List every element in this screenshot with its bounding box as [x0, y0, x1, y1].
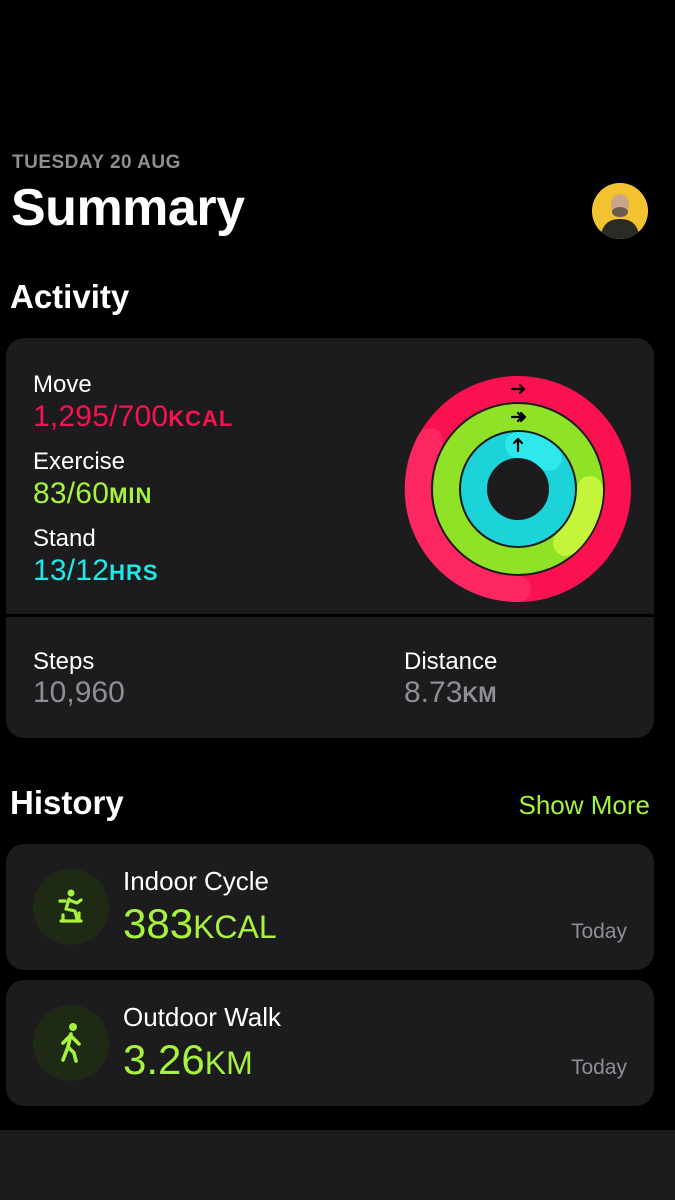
stand-value: 13/12HRS — [33, 554, 159, 587]
tab-bar — [0, 1130, 675, 1200]
history-item-date: Today — [570, 1056, 627, 1079]
outdoor-walk-icon — [33, 1005, 109, 1081]
activity-rings[interactable] — [402, 373, 634, 605]
history-item-title: Indoor Cycle — [123, 866, 269, 896]
activity-section-title: Activity — [10, 278, 130, 315]
stand-label: Stand — [33, 525, 96, 552]
move-unit: KCAL — [168, 406, 234, 431]
history-item-value: 3.26KM — [123, 1036, 253, 1083]
steps-value: 10,960 — [33, 676, 125, 709]
exercise-unit: MIN — [109, 483, 153, 508]
distance-unit: KM — [462, 682, 497, 707]
stand-unit: HRS — [109, 560, 159, 585]
history-item-date: Today — [570, 920, 627, 943]
page-title: Summary — [11, 179, 245, 237]
history-item-unit: KM — [204, 1045, 253, 1081]
exercise-label: Exercise — [33, 448, 126, 475]
distance-label: Distance — [404, 648, 498, 675]
move-label: Move — [33, 371, 92, 398]
avatar[interactable] — [592, 183, 648, 239]
status-area — [0, 0, 675, 132]
indoor-cycle-icon — [33, 869, 109, 945]
history-section-title: History — [10, 784, 124, 821]
avatar-person-icon — [592, 183, 648, 239]
history-item-title: Outdoor Walk — [123, 1002, 281, 1032]
distance-value: 8.73KM — [404, 676, 497, 709]
steps-label: Steps — [33, 648, 95, 675]
card-divider — [6, 614, 654, 617]
history-item-value: 383KCAL — [123, 900, 277, 947]
history-item-indoor-cycle[interactable]: Indoor Cycle 383KCAL Today — [6, 844, 654, 970]
show-more-link[interactable]: Show More — [519, 790, 651, 821]
history-item-outdoor-walk[interactable]: Outdoor Walk 3.26KM Today — [6, 980, 654, 1106]
move-value: 1,295/700KCAL — [33, 400, 234, 433]
exercise-value: 83/60MIN — [33, 477, 153, 510]
history-item-unit: KCAL — [193, 909, 277, 945]
date-label: TUESDAY 20 AUG — [12, 152, 181, 173]
activity-card[interactable]: Move 1,295/700KCAL Exercise 83/60MIN Sta… — [6, 338, 654, 738]
